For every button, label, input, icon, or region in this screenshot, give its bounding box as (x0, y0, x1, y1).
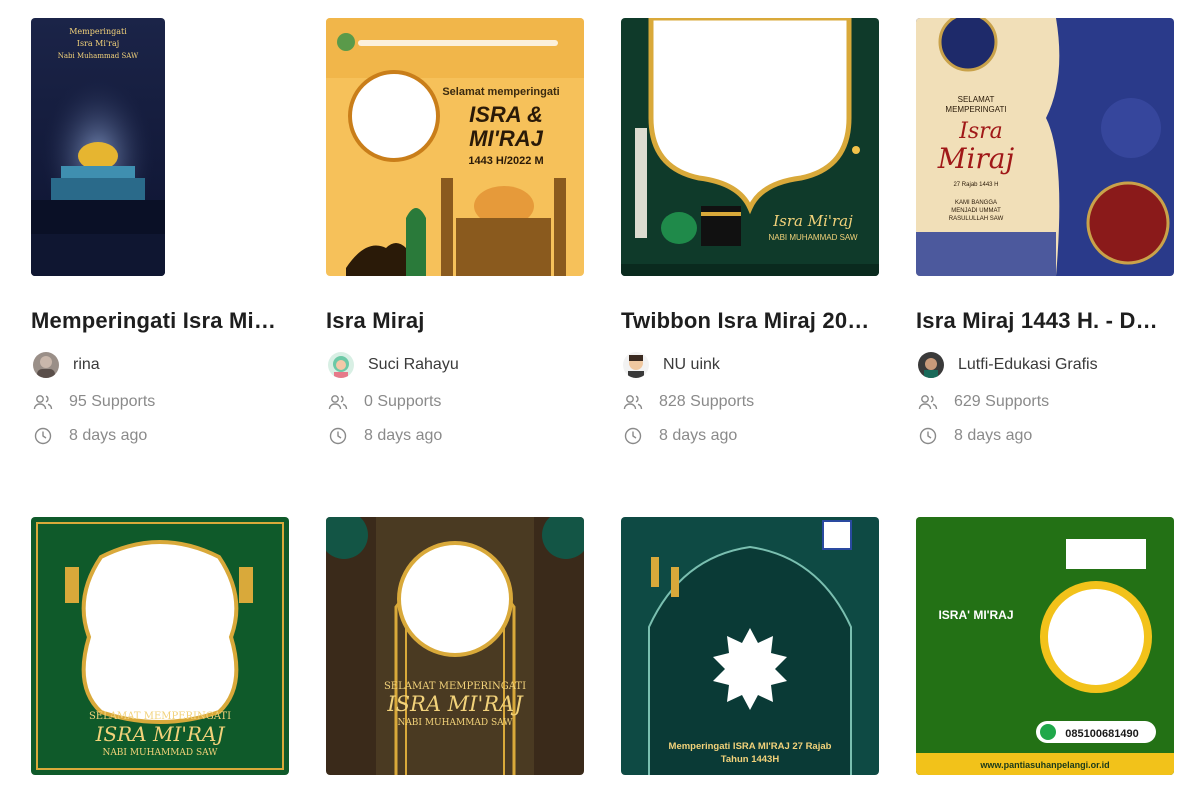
clock-icon (329, 427, 347, 445)
thumbnail-image: SELAMAT MEMPERINGATI Isra Miraj 27 Rajab… (916, 18, 1174, 276)
users-icon (918, 395, 938, 410)
thumbnail-image: SELAMAT MEMPERINGATI ISRA MI'RAJ NABI MU… (31, 517, 289, 775)
thumb-text-2: ISRA & (469, 102, 543, 127)
time-row: 8 days ago (621, 424, 879, 448)
campaign-thumbnail[interactable]: SELAMAT MEMPERINGATI ISRA MI'RAJ NABI MU… (326, 517, 584, 775)
author-row[interactable]: Suci Rahayu (326, 350, 584, 380)
supports-count: 95 Supports (69, 393, 156, 410)
clock-icon (34, 427, 52, 445)
campaign-title[interactable]: Twibbon Isra Miraj 20… (621, 306, 879, 336)
thumb-text-1: ISRA' MI'RAJ (938, 608, 1013, 622)
thumb-text-1: SELAMAT MEMPERINGATI (89, 711, 231, 722)
campaign-title[interactable]: Isra Miraj (326, 306, 584, 336)
thumb-text-2: NABI MUHAMMAD SAW (768, 233, 857, 242)
thumb-text-3: Nabi Muhammad SAW (58, 52, 139, 60)
campaign-thumbnail[interactable]: Memperingati ISRA MI'RAJ 27 Rajab Tahun … (621, 517, 879, 775)
thumbnail-image: ISRA' MI'RAJ 085100681490 www.pantiasuha… (916, 517, 1174, 775)
author-name[interactable]: NU uink (663, 356, 720, 374)
clock-icon (624, 427, 642, 445)
thumb-text-4: 1443 H/2022 M (468, 155, 543, 167)
campaign-card[interactable]: Isra Mi'raj NABI MUHAMMAD SAW Twibbon Is… (621, 18, 879, 448)
thumb-text-3: Isra (958, 119, 1003, 144)
author-name[interactable]: Suci Rahayu (368, 356, 459, 374)
users-icon (328, 395, 348, 410)
thumbnail-image: Isra Mi'raj NABI MUHAMMAD SAW (621, 18, 879, 276)
thumb-text-2: MEMPERINGATI (945, 105, 1006, 114)
author-row[interactable]: NU uink (621, 350, 879, 380)
supports-row: 95 Supports (31, 390, 289, 414)
users-icon (33, 395, 53, 410)
users-icon (623, 395, 643, 410)
author-name[interactable]: rina (73, 356, 100, 374)
thumb-text-1: SELAMAT MEMPERINGATI (384, 681, 526, 692)
author-name[interactable]: Lutfi-Edukasi Grafis (958, 356, 1098, 374)
time-row: 8 days ago (31, 424, 289, 448)
thumb-text-3: www.pantiasuhanpelangi.or.id (979, 760, 1109, 770)
thumb-text-3: NABI MUHAMMAD SAW (397, 718, 513, 728)
thumb-text-3: MI'RAJ (469, 126, 543, 151)
campaign-card[interactable]: Selamat memperingati ISRA & MI'RAJ 1443 … (326, 18, 584, 448)
thumbnail-image: Memperingati ISRA MI'RAJ 27 Rajab Tahun … (621, 517, 879, 775)
thumbnail-image: SELAMAT MEMPERINGATI ISRA MI'RAJ NABI MU… (326, 517, 584, 775)
supports-row: 828 Supports (621, 390, 879, 414)
thumb-text-1: SELAMAT (958, 95, 995, 104)
thumbnail-image: Memperingati Isra Mi'raj Nabi Muhammad S… (31, 18, 165, 276)
thumb-text-3: NABI MUHAMMAD SAW (102, 748, 218, 758)
campaign-thumbnail[interactable]: Isra Mi'raj NABI MUHAMMAD SAW (621, 18, 879, 276)
thumb-text-1: Memperingati ISRA MI'RAJ 27 Rajab (669, 741, 832, 752)
avatar (328, 352, 354, 378)
thumb-text-2: 085100681490 (1065, 728, 1138, 740)
avatar (918, 352, 944, 378)
campaign-thumbnail[interactable]: ISRA' MI'RAJ 085100681490 www.pantiasuha… (916, 517, 1174, 775)
campaign-title[interactable]: Memperingati Isra Mi… (31, 306, 289, 336)
clock-icon (919, 427, 937, 445)
campaign-card[interactable]: ISRA' MI'RAJ 085100681490 www.pantiasuha… (916, 517, 1174, 775)
campaign-card[interactable]: SELAMAT MEMPERINGATI Isra Miraj 27 Rajab… (916, 18, 1174, 448)
campaign-card[interactable]: SELAMAT MEMPERINGATI ISRA MI'RAJ NABI MU… (326, 517, 584, 775)
thumb-text-5: 27 Rajab 1443 H (953, 182, 998, 188)
thumb-text-2: Tahun 1443H (721, 754, 780, 765)
campaign-thumbnail[interactable]: SELAMAT MEMPERINGATI Isra Miraj 27 Rajab… (916, 18, 1174, 276)
supports-row: 0 Supports (326, 390, 584, 414)
thumb-text-8: RASULULLAH SAW (949, 216, 1004, 222)
thumb-text-4: Miraj (937, 142, 1015, 175)
time-row: 8 days ago (916, 424, 1174, 448)
supports-row: 629 Supports (916, 390, 1174, 414)
posted-time: 8 days ago (69, 427, 148, 444)
author-row[interactable]: rina (31, 350, 289, 380)
campaign-thumbnail[interactable]: Memperingati Isra Mi'raj Nabi Muhammad S… (31, 18, 165, 276)
thumb-text-2: ISRA MI'RAJ (95, 722, 226, 746)
avatar (623, 352, 649, 378)
supports-count: 828 Supports (659, 393, 755, 410)
thumb-text-2: Isra Mi'raj (77, 39, 119, 48)
campaign-card[interactable]: SELAMAT MEMPERINGATI ISRA MI'RAJ NABI MU… (31, 517, 289, 775)
supports-count: 0 Supports (364, 393, 442, 410)
campaign-card[interactable]: Memperingati ISRA MI'RAJ 27 Rajab Tahun … (621, 517, 879, 775)
posted-time: 8 days ago (364, 427, 443, 444)
campaign-card[interactable]: Memperingati Isra Mi'raj Nabi Muhammad S… (31, 18, 289, 448)
thumb-text-1: Memperingati (69, 27, 127, 36)
campaign-title[interactable]: Isra Miraj 1443 H. - D… (916, 306, 1174, 336)
thumb-text-2: ISRA MI'RAJ (386, 692, 524, 716)
campaign-thumbnail[interactable]: Selamat memperingati ISRA & MI'RAJ 1443 … (326, 18, 584, 276)
campaign-thumbnail[interactable]: SELAMAT MEMPERINGATI ISRA MI'RAJ NABI MU… (31, 517, 289, 775)
posted-time: 8 days ago (659, 427, 738, 444)
author-row[interactable]: Lutfi-Edukasi Grafis (916, 350, 1174, 380)
supports-count: 629 Supports (954, 393, 1050, 410)
thumb-text-1: Isra Mi'raj (772, 212, 853, 230)
posted-time: 8 days ago (954, 427, 1033, 444)
thumbnail-image: Selamat memperingati ISRA & MI'RAJ 1443 … (326, 18, 584, 276)
thumb-text-6: KAMI BANGGA (955, 200, 997, 206)
time-row: 8 days ago (326, 424, 584, 448)
thumb-text-1: Selamat memperingati (442, 86, 559, 98)
thumb-text-7: MENJADI UMMAT (951, 208, 1001, 214)
avatar (33, 352, 59, 378)
